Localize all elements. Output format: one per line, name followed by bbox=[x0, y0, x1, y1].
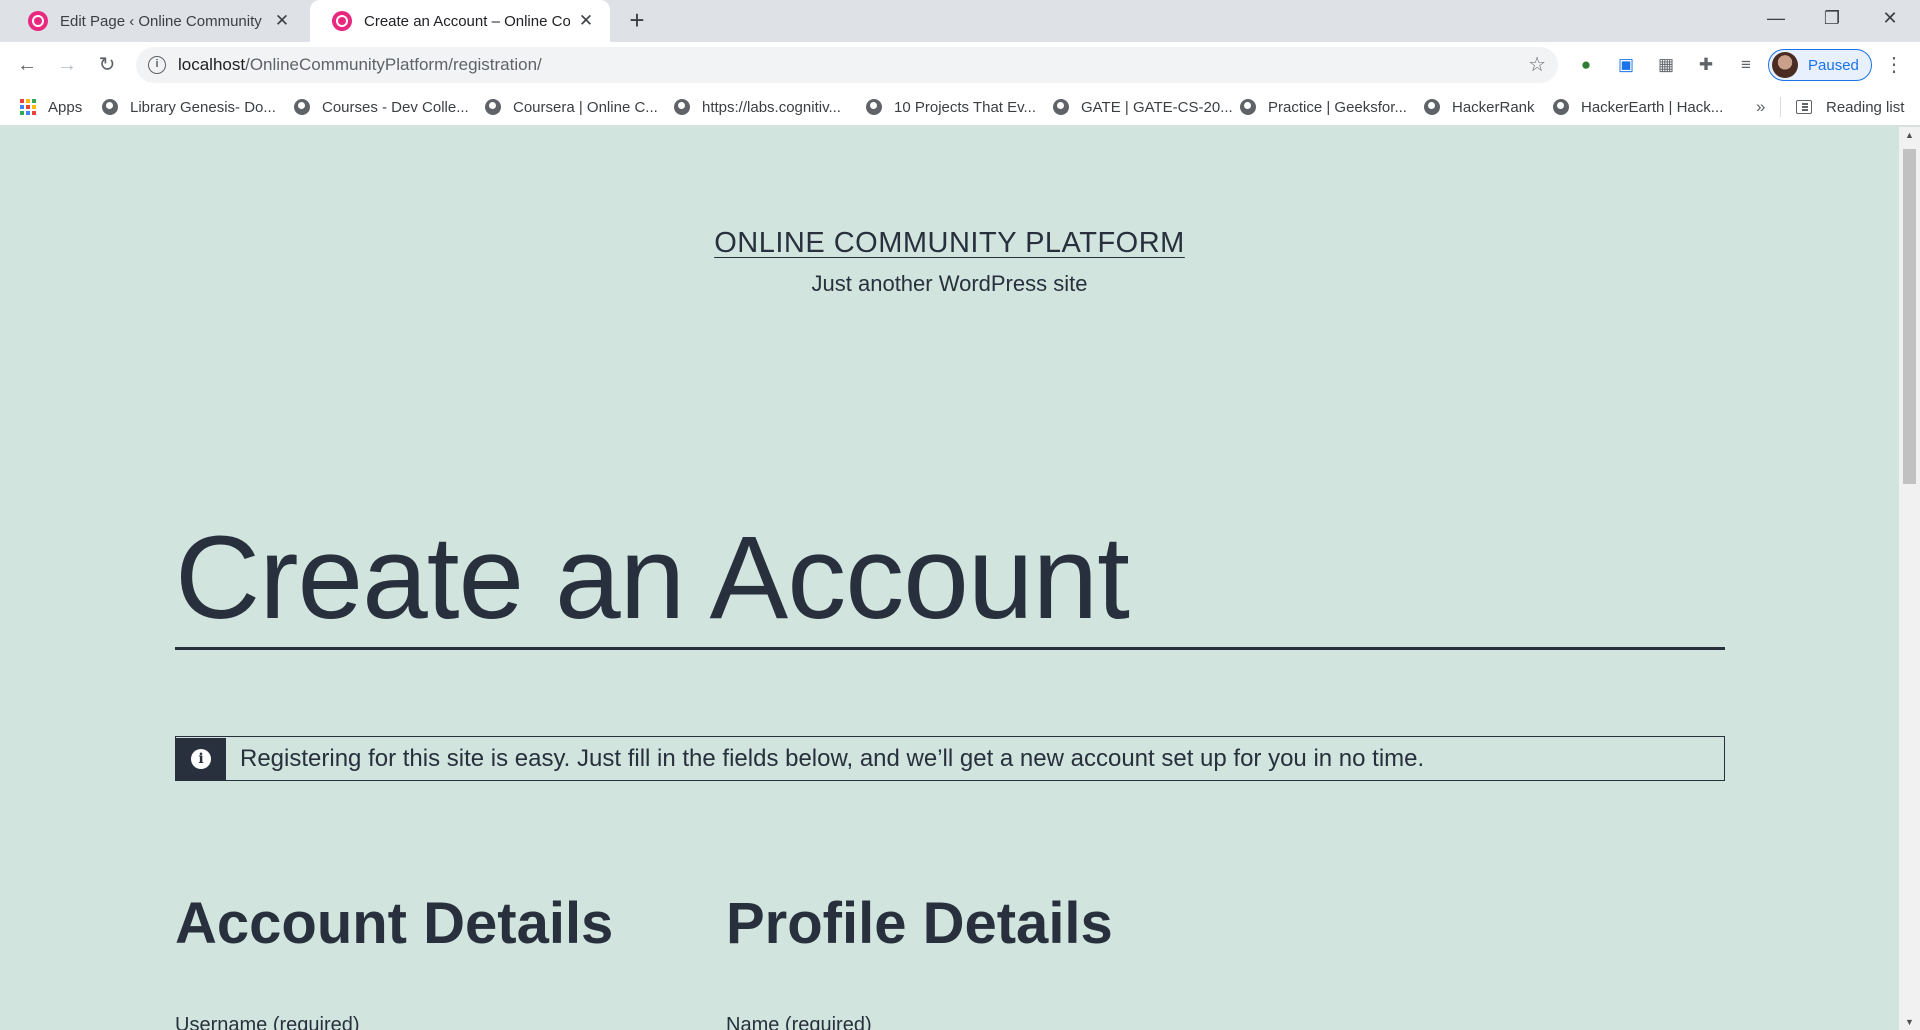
reload-icon[interactable]: ↻ bbox=[92, 50, 122, 80]
bookmark-item[interactable]: GATE | GATE-CS-20... bbox=[1053, 88, 1233, 126]
site-description: Just another WordPress site bbox=[811, 271, 1088, 296]
close-window-button[interactable]: ✕ bbox=[1862, 0, 1918, 38]
tab-title: Edit Page ‹ Online Community Platform — … bbox=[60, 12, 266, 30]
tab-edit-page[interactable]: Edit Page ‹ Online Community Platform — … bbox=[6, 0, 306, 42]
reading-list-icon bbox=[1796, 100, 1812, 114]
extension-grid-icon[interactable]: ▦ bbox=[1654, 54, 1678, 76]
globe-icon bbox=[866, 99, 882, 115]
tab-strip: Edit Page ‹ Online Community Platform — … bbox=[0, 0, 1920, 42]
bookmark-label: https://labs.cognitiv... bbox=[702, 98, 841, 116]
site-info-icon[interactable]: i bbox=[148, 56, 166, 74]
bookmark-apps[interactable]: Apps bbox=[20, 88, 82, 126]
apps-grid-icon bbox=[20, 99, 36, 115]
bookmarks-divider bbox=[1780, 97, 1781, 117]
tab-title: Create an Account – Online Community Pla… bbox=[364, 12, 570, 30]
tab-close-icon[interactable]: ✕ bbox=[272, 11, 292, 31]
name-label: Name (required) bbox=[726, 1014, 872, 1030]
reading-list-button[interactable]: Reading list bbox=[1796, 88, 1904, 126]
bookmark-item[interactable]: 10 Projects That Ev... bbox=[866, 88, 1036, 126]
bookmarks-bar: Apps Library Genesis- Do... Courses - De… bbox=[0, 88, 1920, 126]
media-control-icon[interactable]: ≡ bbox=[1734, 54, 1758, 76]
wordpress-favicon-icon bbox=[332, 11, 352, 31]
new-tab-button[interactable]: + bbox=[622, 6, 652, 36]
site-title: ONLINE COMMUNITY PLATFORM bbox=[0, 227, 1899, 260]
profile-button[interactable]: Paused bbox=[1768, 49, 1872, 81]
bookmark-item[interactable]: Coursera | Online C... bbox=[485, 88, 658, 126]
bookmark-label: HackerRank bbox=[1452, 98, 1535, 116]
bookmark-label: Coursera | Online C... bbox=[513, 98, 658, 116]
notice-info-icon-box: i bbox=[176, 737, 226, 780]
bookmark-label: Library Genesis- Do... bbox=[130, 98, 276, 116]
scroll-down-arrow-icon[interactable]: ▼ bbox=[1899, 1014, 1920, 1030]
minimize-button[interactable]: — bbox=[1748, 0, 1804, 38]
bookmark-item[interactable]: https://labs.cognitiv... bbox=[674, 88, 841, 126]
url-host: localhost bbox=[178, 55, 246, 74]
globe-icon bbox=[674, 99, 690, 115]
globe-icon bbox=[1240, 99, 1256, 115]
menu-dots-icon[interactable]: ⋮ bbox=[1884, 54, 1904, 76]
globe-icon bbox=[1424, 99, 1440, 115]
browser-toolbar: ← → ↻ i localhost/OnlineCommunityPlatfor… bbox=[0, 42, 1920, 88]
scroll-up-arrow-icon[interactable]: ▲ bbox=[1899, 127, 1920, 143]
extension-globe-icon[interactable]: ● bbox=[1574, 54, 1598, 76]
url-path: /OnlineCommunityPlatform/registration/ bbox=[245, 55, 542, 74]
bookmarks-overflow-button[interactable]: » bbox=[1756, 88, 1765, 126]
bookmark-item[interactable]: Courses - Dev Colle... bbox=[294, 88, 469, 126]
info-icon: i bbox=[191, 748, 211, 769]
bookmark-item[interactable]: Library Genesis- Do... bbox=[102, 88, 276, 126]
bookmark-star-icon[interactable]: ☆ bbox=[1528, 47, 1546, 83]
profile-details-heading: Profile Details bbox=[726, 891, 1113, 956]
site-title-link[interactable]: ONLINE COMMUNITY PLATFORM bbox=[714, 227, 1185, 259]
profile-status: Paused bbox=[1808, 56, 1859, 74]
extensions-puzzle-icon[interactable]: ✚ bbox=[1694, 54, 1718, 76]
bookmark-label: Apps bbox=[48, 98, 83, 116]
globe-icon bbox=[102, 99, 118, 115]
bookmark-label: Practice | Geeksfor... bbox=[1268, 98, 1407, 116]
bookmark-item[interactable]: HackerRank bbox=[1424, 88, 1535, 126]
tab-close-icon[interactable]: ✕ bbox=[576, 11, 596, 31]
extension-screen-icon[interactable]: ▣ bbox=[1614, 54, 1638, 76]
forward-arrow-icon[interactable]: → bbox=[52, 50, 82, 80]
globe-icon bbox=[294, 99, 310, 115]
globe-icon bbox=[485, 99, 501, 115]
bookmark-label: 10 Projects That Ev... bbox=[894, 98, 1037, 116]
page-scrollbar[interactable]: ▲ ▼ bbox=[1899, 127, 1920, 1030]
bookmark-label: GATE | GATE-CS-20... bbox=[1081, 98, 1233, 116]
account-details-heading: Account Details bbox=[175, 891, 614, 956]
bookmark-item[interactable]: Practice | Geeksfor... bbox=[1240, 88, 1407, 126]
back-arrow-icon[interactable]: ← bbox=[12, 50, 42, 80]
reading-list-label: Reading list bbox=[1826, 98, 1905, 116]
avatar bbox=[1772, 52, 1798, 78]
wordpress-favicon-icon bbox=[28, 11, 48, 31]
restore-button[interactable]: ❐ bbox=[1804, 0, 1860, 38]
page-content: ONLINE COMMUNITY PLATFORM Just another W… bbox=[0, 127, 1899, 1030]
bookmark-label: Courses - Dev Colle... bbox=[322, 98, 469, 116]
bookmark-item[interactable]: HackerEarth | Hack... bbox=[1553, 88, 1723, 126]
address-bar[interactable]: i localhost/OnlineCommunityPlatform/regi… bbox=[136, 47, 1558, 83]
tab-create-account[interactable]: Create an Account – Online Community Pla… bbox=[310, 0, 610, 42]
bookmark-label: HackerEarth | Hack... bbox=[1581, 98, 1724, 116]
username-label: Username (required) bbox=[175, 1014, 360, 1030]
globe-icon bbox=[1553, 99, 1569, 115]
page-title: Create an Account bbox=[175, 519, 1725, 650]
registration-notice: i Registering for this site is easy. Jus… bbox=[175, 736, 1725, 781]
globe-icon bbox=[1053, 99, 1069, 115]
notice-text: Registering for this site is easy. Just … bbox=[240, 744, 1425, 772]
scrollbar-thumb[interactable] bbox=[1903, 149, 1916, 484]
url-text[interactable]: localhost/OnlineCommunityPlatform/regist… bbox=[178, 47, 542, 83]
